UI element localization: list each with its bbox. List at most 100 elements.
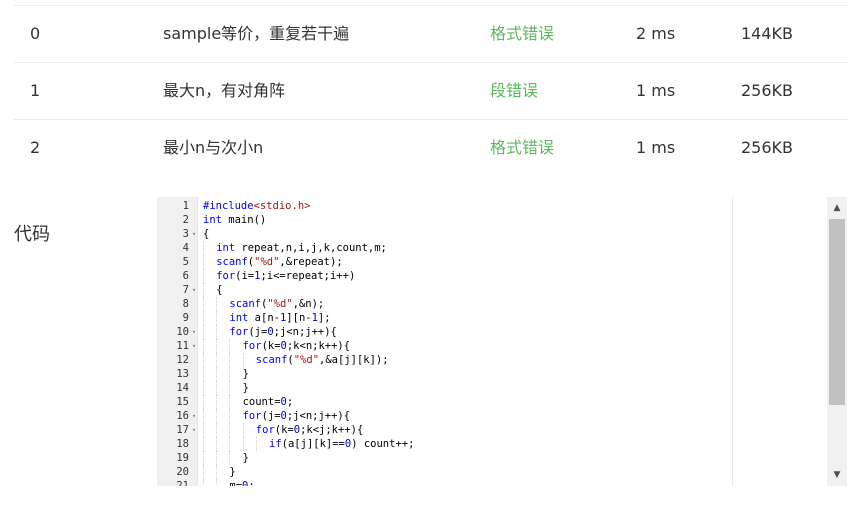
line-number: 7 xyxy=(182,284,189,296)
indent-guide xyxy=(216,311,218,325)
code-token: scanf xyxy=(229,298,261,310)
line-number: 14 xyxy=(176,382,189,394)
indent-guide xyxy=(229,395,231,409)
line-number: 1 xyxy=(182,200,189,212)
code-line[interactable]: count=0; xyxy=(243,395,294,409)
code-line[interactable]: } xyxy=(243,451,249,465)
fold-toggle-icon[interactable]: ▾ xyxy=(191,339,197,353)
code-line[interactable]: for(k=0;k<n;k++){ xyxy=(243,339,350,353)
code-token: ,&n); xyxy=(292,298,325,310)
code-line[interactable]: int repeat,n,i,j,k,count,m; xyxy=(216,241,387,255)
code-token: m= xyxy=(229,480,243,486)
code-token: { xyxy=(216,284,223,296)
indent-guide xyxy=(242,437,244,451)
indent-guide xyxy=(229,381,231,395)
result-row: 2 最小n与次小n 格式错误 1 ms 256KB xyxy=(14,120,848,176)
code-line[interactable]: for(k=0;k<j;k++){ xyxy=(256,423,363,437)
line-number: 4 xyxy=(182,242,189,254)
line-number: 12 xyxy=(176,354,189,366)
fold-toggle-icon[interactable]: ▾ xyxy=(191,325,197,339)
indent-guide xyxy=(203,437,204,451)
line-number-gutter: 1 2 3 ▾ 4 5 6 7 ▾ 8 9 10 ▾ 11 ▾ 12 13 14 15 16 ▾ 17 ▾ 18 19 20 21 xyxy=(157,197,198,486)
code-token: } xyxy=(242,368,249,380)
code-token: ;i<=repeat;i++) xyxy=(260,270,356,282)
arrow-up-icon[interactable]: ▲ xyxy=(827,200,847,216)
indent-guide xyxy=(216,465,218,479)
code-line[interactable]: } xyxy=(243,381,249,395)
scrollbar-thumb[interactable] xyxy=(829,219,845,405)
code-token: for xyxy=(242,410,262,422)
fold-toggle-icon[interactable]: ▾ xyxy=(191,409,197,423)
indent-guide xyxy=(216,479,218,486)
indent-guide xyxy=(203,409,204,423)
fold-toggle-icon[interactable]: ▾ xyxy=(191,227,197,241)
code-line[interactable]: for(j=0;j<n;j++){ xyxy=(229,325,336,339)
code-token: (i= xyxy=(235,270,255,282)
test-case-time: 1 ms xyxy=(636,138,676,157)
code-line[interactable]: { xyxy=(216,283,222,297)
code-token: int xyxy=(229,312,249,324)
code-token: ; xyxy=(248,480,255,486)
code-token: ;j<n;j++){ xyxy=(286,410,351,422)
code-line[interactable]: scanf("%d",&a[j][k]); xyxy=(256,353,389,367)
code-line[interactable]: { xyxy=(203,227,209,241)
indent-guide xyxy=(229,367,231,381)
line-number: 21 xyxy=(176,480,189,486)
indent-guide xyxy=(216,381,218,395)
code-token: ][n- xyxy=(286,312,312,324)
line-number: 9 xyxy=(182,312,189,324)
indent-guide xyxy=(229,339,231,353)
indent-guide xyxy=(203,367,204,381)
code-line[interactable]: int a[n-1][n-1]; xyxy=(229,311,330,325)
code-token: for xyxy=(255,424,275,436)
indent-guide xyxy=(203,395,204,409)
indent-guide xyxy=(203,479,204,486)
code-token: (k= xyxy=(261,340,281,352)
editor-scrollbar[interactable]: ▲ ▼ xyxy=(827,197,847,486)
line-number: 6 xyxy=(182,270,189,282)
arrow-down-icon[interactable]: ▼ xyxy=(827,467,847,483)
code-token: #include xyxy=(203,200,254,212)
code-line[interactable]: for(j=0;j<n;j++){ xyxy=(243,409,350,423)
line-number: 10 xyxy=(176,326,189,338)
code-content[interactable]: #include<stdio.h> int main(){int repeat,n… xyxy=(198,197,825,486)
indent-guide xyxy=(242,353,244,367)
code-line[interactable]: #include<stdio.h> xyxy=(203,199,310,213)
indent-guide xyxy=(203,451,204,465)
indent-guide xyxy=(216,409,218,423)
code-line[interactable]: scanf("%d",&n); xyxy=(229,297,324,311)
test-case-status: 格式错误 xyxy=(490,138,555,157)
test-case-index: 2 xyxy=(30,138,41,157)
indent-guide xyxy=(203,423,204,437)
code-token: ,&repeat); xyxy=(279,256,343,268)
code-token: ]; xyxy=(317,312,331,324)
code-token: { xyxy=(203,228,210,240)
code-line[interactable]: } xyxy=(243,367,249,381)
code-token: ; xyxy=(286,396,294,408)
code-token: for xyxy=(216,270,236,282)
code-token: ,&a[j][k]); xyxy=(319,354,389,366)
line-number: 18 xyxy=(176,438,189,450)
indent-guide xyxy=(216,353,218,367)
fold-toggle-icon[interactable]: ▾ xyxy=(191,423,197,437)
code-token: (k= xyxy=(274,424,294,436)
code-line[interactable]: for(i=1;i<=repeat;i++) xyxy=(216,269,355,283)
indent-guide xyxy=(216,423,218,437)
code-line[interactable]: int main() xyxy=(203,213,266,227)
code-line[interactable]: m=0; xyxy=(229,479,254,486)
code-token: (a[j][k]== xyxy=(281,438,345,450)
code-token: for xyxy=(229,326,249,338)
code-line[interactable]: scanf("%d",&repeat); xyxy=(216,255,342,269)
indent-guide xyxy=(203,255,204,269)
line-number: 16 xyxy=(176,410,189,422)
code-editor[interactable]: 1 2 3 ▾ 4 5 6 7 ▾ 8 9 10 ▾ 11 ▾ 12 13 14 15 16 ▾ 17 ▾ 18 19 20 21 … xyxy=(157,197,847,486)
code-line[interactable]: } xyxy=(229,465,235,479)
line-number: 13 xyxy=(176,368,189,380)
indent-guide xyxy=(229,409,231,423)
test-case-time: 2 ms xyxy=(636,24,676,43)
test-case-time: 1 ms xyxy=(636,81,676,100)
code-token: (j= xyxy=(248,326,268,338)
fold-toggle-icon[interactable]: ▾ xyxy=(191,283,197,297)
code-line[interactable]: if(a[j][k]==0) count++; xyxy=(269,437,414,451)
indent-guide xyxy=(229,353,231,367)
